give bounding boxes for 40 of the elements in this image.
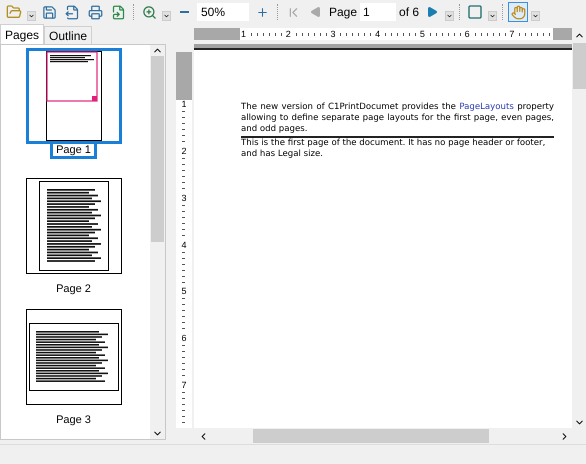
thumbnail-label: Page 1 [50, 144, 97, 159]
panel-tab[interactable]: Pages [0, 24, 44, 44]
body-paragraph: This is the first page of the document. It has no page header or footer, and has Legal size. [241, 138, 546, 160]
ruler-number: 7 [508, 29, 516, 39]
page-layouts-link[interactable]: PageLayouts [459, 102, 514, 112]
plus-icon [256, 6, 268, 18]
ruler-number: 4 [374, 29, 382, 39]
intro-paragraph: The new version of C1PrintDocumet provides the PageLayouts property allowing to define separate page layouts for the first page, even pages, and odd pages. [241, 102, 554, 138]
thumbnail-label: Page 2 [55, 282, 92, 298]
triangle-left-icon [310, 6, 322, 18]
minus-icon [180, 11, 188, 13]
ruler-number: 7 [181, 381, 186, 390]
ruler-number: 1 [181, 100, 186, 109]
ruler-number: 3 [181, 194, 186, 203]
ruler-number: 5 [418, 29, 426, 39]
ruler-margin [176, 52, 192, 100]
triangle-right-icon [426, 6, 438, 18]
ruler-number: 2 [181, 146, 186, 156]
ruler-number: 5 [181, 287, 186, 296]
page-number-field[interactable]: 1 [360, 3, 396, 21]
scrollbar[interactable] [150, 45, 165, 439]
ruler-number: 1 [240, 29, 248, 39]
scroll-thumb[interactable] [253, 429, 489, 443]
scroll-thumb[interactable] [572, 43, 586, 89]
page-thumbnail[interactable] [26, 308, 122, 405]
ruler-number: 6 [464, 29, 471, 39]
ruler-number: 2 [284, 29, 292, 39]
ruler-margin [553, 28, 572, 40]
page-thumbnail[interactable] [26, 178, 122, 274]
page-label: Page [329, 5, 358, 19]
scroll-thumb[interactable] [151, 56, 164, 242]
thumbnail-label: Page 3 [55, 412, 92, 428]
ruler-number: 3 [329, 29, 336, 39]
panel-tab[interactable]: Outline [44, 26, 92, 44]
zoom-field[interactable]: 50% [197, 3, 249, 21]
page-thumbnail[interactable] [26, 48, 122, 144]
page-count: of 6 [399, 5, 420, 19]
ruler-number: 4 [181, 240, 186, 250]
ruler-number: 6 [181, 334, 186, 344]
ruler-margin [194, 28, 240, 40]
